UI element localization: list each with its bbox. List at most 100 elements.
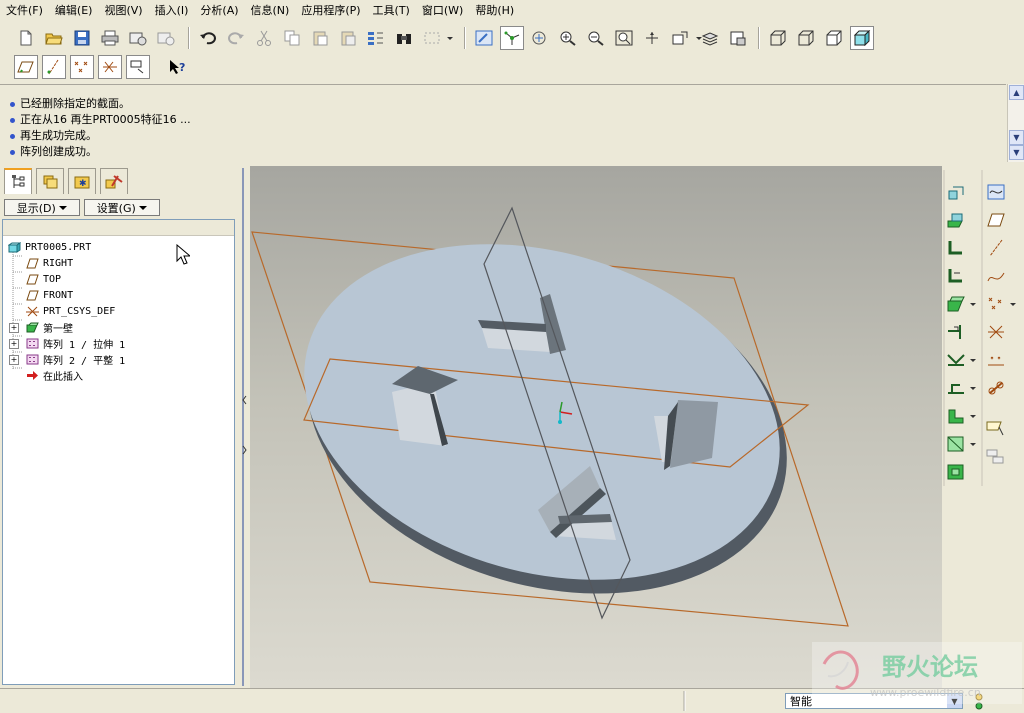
scroll-down-icon[interactable]: ▼ <box>1009 130 1024 145</box>
view-manager-icon[interactable] <box>726 26 750 50</box>
save-icon[interactable] <box>70 26 94 50</box>
menu-file[interactable]: 文件(F) <box>0 2 49 18</box>
bend-dropdown[interactable] <box>968 348 978 372</box>
tree-node-right[interactable]: RIGHT <box>25 256 73 271</box>
chevron-down-icon[interactable]: ▼ <box>947 694 962 708</box>
tree-node-top[interactable]: TOP <box>25 272 61 287</box>
menu-edit[interactable]: 编辑(E) <box>49 2 99 18</box>
tree-node-front[interactable]: FRONT <box>25 288 73 303</box>
hidden-line-icon[interactable] <box>794 26 818 50</box>
datum-axes-icon[interactable] <box>42 55 66 79</box>
zoom-out-icon[interactable] <box>584 26 608 50</box>
wall-icon[interactable] <box>944 208 968 232</box>
query-icon[interactable] <box>984 444 1008 468</box>
menu-applications[interactable]: 应用程序(P) <box>295 2 366 18</box>
layers-icon[interactable] <box>698 26 722 50</box>
coordinate-systems-icon[interactable] <box>98 55 122 79</box>
plane-icon[interactable] <box>984 208 1008 232</box>
point-icon[interactable] <box>984 292 1008 316</box>
reorient-icon[interactable] <box>640 26 664 50</box>
shading-icon[interactable] <box>850 26 874 50</box>
paste-special-icon[interactable] <box>336 26 360 50</box>
menu-info[interactable]: 信息(N) <box>245 2 296 18</box>
repaint-icon[interactable] <box>472 26 496 50</box>
point-dropdown[interactable] <box>1008 292 1018 316</box>
refit-icon[interactable] <box>612 26 636 50</box>
axis-icon[interactable] <box>984 236 1008 260</box>
print-icon[interactable] <box>98 26 122 50</box>
menu-tools[interactable]: 工具(T) <box>367 2 416 18</box>
expand-icon[interactable]: + <box>9 339 19 349</box>
expand-icon[interactable]: + <box>9 355 19 365</box>
datum-points-icon[interactable] <box>70 55 94 79</box>
bend-back-icon[interactable] <box>944 348 968 372</box>
rip-icon[interactable] <box>944 432 968 456</box>
select-box-dropdown[interactable] <box>444 26 456 50</box>
menu-insert[interactable]: 插入(I) <box>149 2 195 18</box>
selection-filter[interactable]: 智能 ▼ <box>785 693 963 709</box>
tree-node-first-wall[interactable]: 第一壁 <box>25 320 73 335</box>
send-mail-icon[interactable] <box>126 26 150 50</box>
zoom-in-icon[interactable] <box>556 26 580 50</box>
no-hidden-icon[interactable] <box>822 26 846 50</box>
menu-view[interactable]: 视图(V) <box>98 2 148 18</box>
favorites-tab[interactable]: ✱ <box>68 168 96 194</box>
select-box-icon[interactable] <box>420 26 444 50</box>
settings-dropdown[interactable]: 设置(G) <box>84 199 160 216</box>
spin-center-icon[interactable] <box>500 26 524 50</box>
annotations-icon[interactable] <box>126 55 150 79</box>
publish-icon[interactable] <box>984 376 1008 400</box>
expand-icon[interactable]: + <box>9 323 19 333</box>
sketch-icon[interactable] <box>984 180 1008 204</box>
flat-dropdown[interactable] <box>968 292 978 316</box>
model-tree-tab[interactable] <box>4 168 32 194</box>
tree-node-insert-here[interactable]: 在此插入 <box>25 368 83 383</box>
corner-dropdown[interactable] <box>968 404 978 428</box>
undo-icon[interactable] <box>196 26 220 50</box>
convert-icon[interactable] <box>944 180 968 204</box>
menu-window[interactable]: 窗口(W) <box>416 2 469 18</box>
menu-analysis[interactable]: 分析(A) <box>194 2 244 18</box>
folder-browser-tab[interactable] <box>36 168 64 194</box>
tree-node-part[interactable]: PRT0005.PRT <box>7 240 91 255</box>
extend-icon[interactable] <box>944 264 968 288</box>
flange-icon[interactable] <box>944 236 968 260</box>
cut-icon[interactable] <box>252 26 276 50</box>
new-file-icon[interactable] <box>14 26 38 50</box>
menu-help[interactable]: 帮助(H) <box>469 2 520 18</box>
rip-dropdown[interactable] <box>968 432 978 456</box>
show-dropdown[interactable]: 显示(D) <box>4 199 80 216</box>
connections-tab[interactable] <box>100 168 128 194</box>
redo-icon[interactable] <box>224 26 248 50</box>
select-icon[interactable] <box>984 416 1008 440</box>
curve-icon[interactable] <box>984 264 1008 288</box>
tree-node-pattern-2[interactable]: 阵列 2 / 平整 1 <box>25 352 125 367</box>
datum-planes-icon[interactable] <box>14 55 38 79</box>
analysis-icon[interactable] <box>984 348 1008 372</box>
whats-this-icon[interactable]: ? <box>166 55 190 79</box>
scroll-end-icon[interactable]: ▼ <box>1009 145 1024 160</box>
scroll-up-icon[interactable]: ▲ <box>1009 85 1024 100</box>
orient-icon[interactable] <box>528 26 552 50</box>
form-icon[interactable] <box>944 376 968 400</box>
csys-tool-icon[interactable] <box>984 320 1008 344</box>
saved-views-icon[interactable] <box>668 26 692 50</box>
model-tree-icon <box>12 175 25 188</box>
form-dropdown[interactable] <box>968 376 978 400</box>
paste-icon[interactable] <box>308 26 332 50</box>
flat-pattern-icon[interactable] <box>944 460 968 484</box>
panel-splitter[interactable] <box>238 166 250 688</box>
regenerate-icon[interactable] <box>364 26 388 50</box>
copy-icon[interactable] <box>280 26 304 50</box>
corner-relief-icon[interactable] <box>944 404 968 428</box>
find-icon[interactable] <box>392 26 416 50</box>
graphics-window[interactable] <box>250 166 942 688</box>
tree-node-pattern-1[interactable]: 阵列 1 / 拉伸 1 <box>25 336 125 351</box>
mail-icon[interactable] <box>154 26 178 50</box>
unbend-icon[interactable] <box>944 320 968 344</box>
tree-node-csys[interactable]: PRT_CSYS_DEF <box>25 304 115 319</box>
flat-icon[interactable] <box>944 292 968 316</box>
open-folder-icon[interactable] <box>42 26 66 50</box>
message-scrollbar[interactable]: ▲ ▼ ▼ <box>1007 84 1024 162</box>
wireframe-icon[interactable] <box>766 26 790 50</box>
